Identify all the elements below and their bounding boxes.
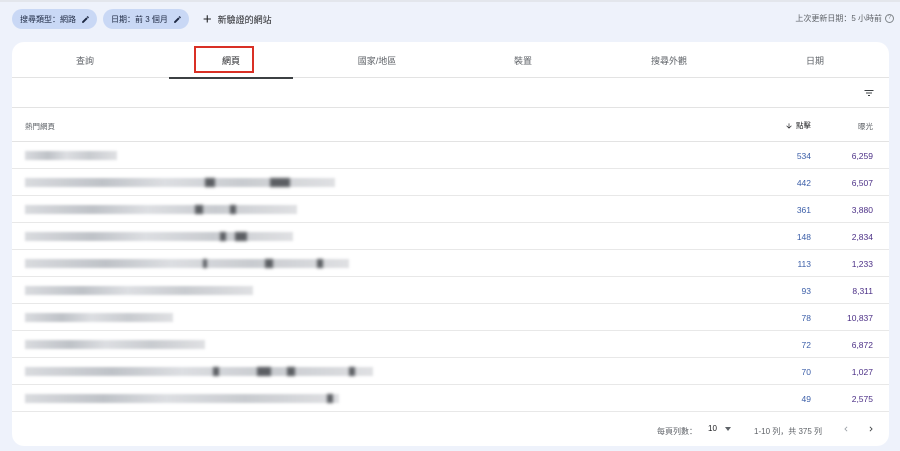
arrow-down-icon bbox=[786, 122, 792, 129]
redaction-mark bbox=[203, 259, 207, 268]
table-body: 534 6,259 442 6,507 361 3,880 148 2,834 113 1,233… bbox=[12, 142, 889, 412]
filter-bar: 搜尋類型：網路 日期：前 3 個月 + 新驗證的網站 bbox=[12, 9, 272, 29]
column-header-pages[interactable]: 熱門網頁 bbox=[25, 121, 55, 132]
rows-per-page-value: 10 bbox=[708, 424, 717, 433]
tab-label: 搜尋外觀 bbox=[650, 55, 687, 66]
add-site-label: 新驗證的網站 bbox=[217, 14, 272, 25]
redacted-url bbox=[25, 394, 339, 403]
redaction-mark bbox=[205, 178, 215, 187]
performance-card: 查詢 網頁 國家/地區 裝置 搜尋外觀 日期 熱門網頁 點擊 曝光 534 6,2… bbox=[12, 42, 889, 446]
tab-queries[interactable]: 查詢 bbox=[12, 42, 158, 78]
clicks-cell: 361 bbox=[796, 205, 811, 215]
table-row[interactable]: 78 10,837 bbox=[12, 304, 889, 331]
table-row[interactable]: 442 6,507 bbox=[12, 169, 889, 196]
rows-per-page-label: 每頁列數： bbox=[657, 427, 697, 436]
tab-label: 國家/地區 bbox=[357, 55, 397, 66]
table-row[interactable]: 113 1,233 bbox=[12, 250, 889, 277]
redaction-mark bbox=[235, 232, 247, 241]
pagination-range: 1-10 列，共 375 列 bbox=[754, 427, 823, 436]
redaction-mark bbox=[327, 394, 333, 403]
clicks-cell: 148 bbox=[796, 232, 811, 242]
redacted-url bbox=[25, 205, 297, 214]
edit-icon bbox=[82, 15, 89, 23]
table-row[interactable]: 93 8,311 bbox=[12, 277, 889, 304]
table-header: 熱門網頁 點擊 曝光 bbox=[12, 108, 889, 142]
impressions-cell: 1,233 bbox=[851, 259, 873, 269]
date-range-chip[interactable]: 日期：前 3 個月 bbox=[103, 9, 189, 29]
rows-per-page-select[interactable]: 10 bbox=[708, 424, 731, 433]
impressions-cell: 2,834 bbox=[851, 232, 873, 242]
filter-list-icon[interactable] bbox=[863, 87, 875, 99]
redacted-url bbox=[25, 232, 293, 241]
clicks-cell: 78 bbox=[801, 313, 811, 323]
last-updated-text: 上次更新日期：5 小時前 bbox=[795, 14, 882, 23]
clicks-cell: 70 bbox=[801, 367, 811, 377]
redacted-url bbox=[25, 259, 349, 268]
last-updated: 上次更新日期：5 小時前 ? bbox=[795, 13, 894, 24]
table-row[interactable]: 534 6,259 bbox=[12, 142, 889, 169]
redacted-url bbox=[25, 313, 173, 322]
impressions-cell: 6,872 bbox=[851, 340, 873, 350]
date-range-chip-label: 日期：前 3 個月 bbox=[111, 14, 168, 24]
table-footer: 每頁列數： 10 1-10 列，共 375 列 bbox=[12, 412, 889, 446]
help-icon[interactable]: ? bbox=[885, 14, 894, 23]
tab-search-appearance[interactable]: 搜尋外觀 bbox=[596, 42, 742, 78]
redacted-url bbox=[25, 286, 253, 295]
impressions-cell: 6,507 bbox=[851, 178, 873, 188]
search-type-chip[interactable]: 搜尋類型：網路 bbox=[12, 9, 97, 29]
tab-label: 日期 bbox=[805, 55, 824, 66]
impressions-cell: 3,880 bbox=[851, 205, 873, 215]
table-row[interactable]: 361 3,880 bbox=[12, 196, 889, 223]
column-header-clicks-label: 點擊 bbox=[796, 121, 811, 130]
chevron-right-icon[interactable] bbox=[866, 423, 876, 435]
tab-pages[interactable]: 網頁 bbox=[158, 42, 304, 79]
clicks-cell: 113 bbox=[797, 259, 811, 269]
table-row[interactable]: 148 2,834 bbox=[12, 223, 889, 250]
dropdown-caret-icon bbox=[724, 426, 731, 431]
redacted-url bbox=[25, 178, 335, 187]
clicks-cell: 49 bbox=[801, 394, 811, 404]
redaction-mark bbox=[265, 259, 273, 268]
redaction-mark bbox=[213, 367, 219, 376]
edit-icon bbox=[174, 15, 181, 23]
tab-countries[interactable]: 國家/地區 bbox=[304, 42, 450, 78]
redacted-url bbox=[25, 367, 373, 376]
tab-dates[interactable]: 日期 bbox=[742, 42, 888, 78]
redaction-mark bbox=[257, 367, 271, 376]
tab-label: 裝置 bbox=[513, 55, 532, 66]
dimension-tabs: 查詢 網頁 國家/地區 裝置 搜尋外觀 日期 bbox=[12, 42, 889, 79]
redaction-mark bbox=[349, 367, 355, 376]
add-site-button[interactable]: + 新驗證的網站 bbox=[195, 9, 272, 29]
plus-icon: + bbox=[202, 10, 212, 28]
top-divider bbox=[0, 0, 900, 2]
table-toolbar bbox=[12, 78, 889, 108]
impressions-cell: 6,259 bbox=[851, 151, 873, 161]
redaction-mark bbox=[220, 232, 226, 241]
tab-label: 網頁 bbox=[221, 55, 240, 66]
column-header-impressions[interactable]: 曝光 bbox=[858, 121, 873, 132]
clicks-cell: 72 bbox=[801, 340, 811, 350]
redaction-mark bbox=[317, 259, 323, 268]
redacted-url bbox=[25, 340, 205, 349]
tab-label: 查詢 bbox=[75, 55, 94, 66]
table-row[interactable]: 70 1,027 bbox=[12, 358, 889, 385]
redaction-mark bbox=[287, 367, 295, 376]
tab-devices[interactable]: 裝置 bbox=[450, 42, 596, 78]
column-header-clicks[interactable]: 點擊 bbox=[785, 120, 811, 131]
impressions-cell: 8,311 bbox=[852, 286, 873, 296]
redaction-mark bbox=[270, 178, 290, 187]
table-row[interactable]: 72 6,872 bbox=[12, 331, 889, 358]
chevron-left-icon[interactable] bbox=[841, 423, 851, 435]
redaction-mark bbox=[195, 205, 203, 214]
search-type-chip-label: 搜尋類型：網路 bbox=[20, 14, 76, 24]
table-row[interactable]: 49 2,575 bbox=[12, 385, 889, 412]
impressions-cell: 10,837 bbox=[847, 313, 873, 323]
clicks-cell: 442 bbox=[796, 178, 811, 188]
clicks-cell: 93 bbox=[801, 286, 811, 296]
redacted-url bbox=[25, 151, 117, 160]
impressions-cell: 2,575 bbox=[851, 394, 873, 404]
redaction-mark bbox=[230, 205, 236, 214]
impressions-cell: 1,027 bbox=[851, 367, 873, 377]
clicks-cell: 534 bbox=[796, 151, 811, 161]
